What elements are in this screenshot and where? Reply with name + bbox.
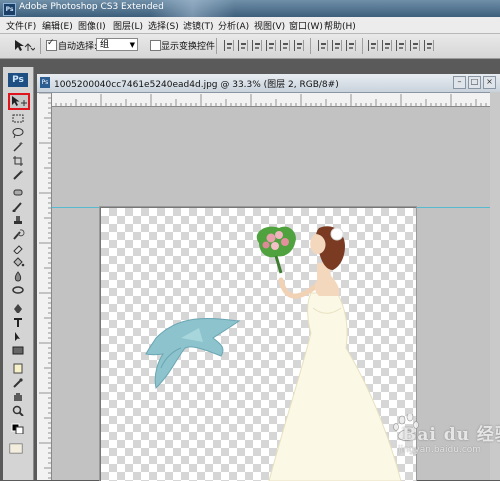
menu-bar: 文件(F) 编辑(E) 图像(I) 图层(L) 选择(S) 滤镜(T) 分析(A… (0, 17, 500, 34)
document-title-bar[interactable]: Ps 1005200040cc7461e5240ead4d.jpg @ 33.3… (37, 74, 500, 93)
close-icon[interactable]: × (483, 76, 496, 89)
move-tool-icon (12, 96, 27, 106)
show-transform-checkbox[interactable] (150, 40, 161, 51)
menu-view[interactable]: 视图(V) (254, 19, 285, 32)
eyedropper-tool-icon[interactable] (11, 377, 25, 388)
healing-brush-tool-icon[interactable] (11, 187, 25, 198)
window-buttons: – □ × (451, 76, 496, 89)
image-canvas[interactable] (100, 207, 416, 481)
move-arrow-icon (15, 40, 36, 51)
shape-tool-icon[interactable] (11, 345, 25, 356)
lasso-tool-icon[interactable] (11, 127, 25, 139)
vertical-ruler[interactable] (37, 93, 52, 480)
ps-logo[interactable]: Ps (8, 73, 28, 87)
dodge-tool-icon[interactable] (11, 285, 25, 296)
menu-layer[interactable]: 图层(L) (113, 19, 143, 32)
bride-image[interactable] (256, 226, 402, 481)
chevron-down-icon: ▼ (129, 41, 135, 49)
clone-stamp-tool-icon[interactable] (11, 215, 25, 226)
menu-image[interactable]: 图像(I) (78, 19, 106, 32)
move-tool-highlight[interactable] (8, 93, 30, 110)
distribute-left-icon[interactable] (368, 40, 378, 51)
zoom-tool-icon[interactable] (11, 405, 25, 417)
minimize-icon[interactable]: – (453, 76, 466, 89)
marquee-tool-icon[interactable] (11, 113, 25, 124)
ruler-ticks (51, 94, 497, 106)
watermark-text: Bai du 经验 (402, 425, 500, 445)
options-separator (310, 38, 311, 54)
horizontal-ruler[interactable] (51, 93, 500, 107)
options-separator (40, 38, 41, 54)
toolbox: Ps (3, 67, 34, 480)
quick-mask-icon[interactable] (9, 443, 27, 457)
menu-window[interactable]: 窗口(W) (289, 19, 323, 32)
menu-file[interactable]: 文件(F) (6, 19, 36, 32)
distribute-hcenter-icon[interactable] (382, 40, 392, 51)
show-transform-label: 显示变换控件 (161, 42, 216, 52)
align-buttons (224, 40, 308, 52)
color-swatches-icon[interactable] (11, 423, 25, 435)
options-separator (216, 38, 217, 54)
blur-tool-icon[interactable] (11, 271, 25, 282)
title-bar-glare (150, 0, 235, 17)
path-selection-tool-icon[interactable] (11, 331, 25, 342)
auto-select-dropdown[interactable]: 组 ▼ (96, 38, 138, 51)
hand-tool-icon[interactable] (11, 391, 25, 402)
canvas-artwork (145, 226, 402, 481)
brush-tool-icon[interactable] (11, 201, 25, 213)
app-logo-icon: Ps (3, 3, 16, 16)
paint-bucket-tool-icon[interactable] (11, 257, 25, 268)
options-bar: 自动选择: 组 ▼ 显示变换控件 (0, 34, 500, 59)
align-top-icon[interactable] (224, 40, 234, 51)
type-tool-icon[interactable] (11, 317, 25, 328)
align-hcenter-icon[interactable] (280, 40, 290, 51)
ribbon-bow-image[interactable] (145, 317, 241, 390)
tool-preset-picker[interactable] (13, 39, 36, 53)
align-right-icon[interactable] (294, 40, 304, 51)
app-title-bar: Ps Adobe Photoshop CS3 Extended (0, 0, 500, 17)
ruler-ticks (39, 93, 51, 479)
pen-tool-icon[interactable] (11, 303, 25, 314)
auto-blend-icon[interactable] (424, 40, 434, 51)
distribute-buttons (318, 40, 360, 52)
auto-select-value: 组 (100, 40, 110, 50)
distribute-right-icon[interactable] (396, 40, 406, 51)
magic-wand-tool-icon[interactable] (11, 141, 25, 152)
watermark-url: jingyan.baidu.com (398, 445, 482, 455)
document-icon: Ps (40, 77, 50, 88)
distribute-top-icon[interactable] (318, 40, 328, 51)
auto-align-icon[interactable] (410, 40, 420, 51)
notes-tool-icon[interactable] (11, 363, 25, 374)
slice-tool-icon[interactable] (11, 169, 25, 180)
menu-filter[interactable]: 滤镜(T) (183, 19, 214, 32)
distribute-bottom-icon[interactable] (346, 40, 356, 51)
menu-help[interactable]: 帮助(H) (324, 19, 356, 32)
crop-tool-icon[interactable] (11, 155, 25, 166)
options-separator (362, 38, 363, 54)
align-bottom-icon[interactable] (252, 40, 262, 51)
distribute-horizontal-buttons (368, 40, 438, 52)
menu-select[interactable]: 选择(S) (148, 19, 179, 32)
app-title: Adobe Photoshop CS3 Extended (19, 2, 164, 12)
auto-select-checkbox[interactable] (46, 38, 57, 51)
auto-select-label: 自动选择: (58, 42, 98, 52)
menu-edit[interactable]: 编辑(E) (42, 19, 73, 32)
eraser-tool-icon[interactable] (11, 243, 25, 255)
distribute-vcenter-icon[interactable] (332, 40, 342, 51)
history-brush-tool-icon[interactable] (11, 229, 25, 240)
align-left-icon[interactable] (266, 40, 276, 51)
maximize-icon[interactable]: □ (468, 76, 481, 89)
align-vcenter-icon[interactable] (238, 40, 248, 51)
menu-analysis[interactable]: 分析(A) (218, 19, 249, 32)
document-title: 1005200040cc7461e5240ead4d.jpg @ 33.3% (… (54, 80, 339, 90)
